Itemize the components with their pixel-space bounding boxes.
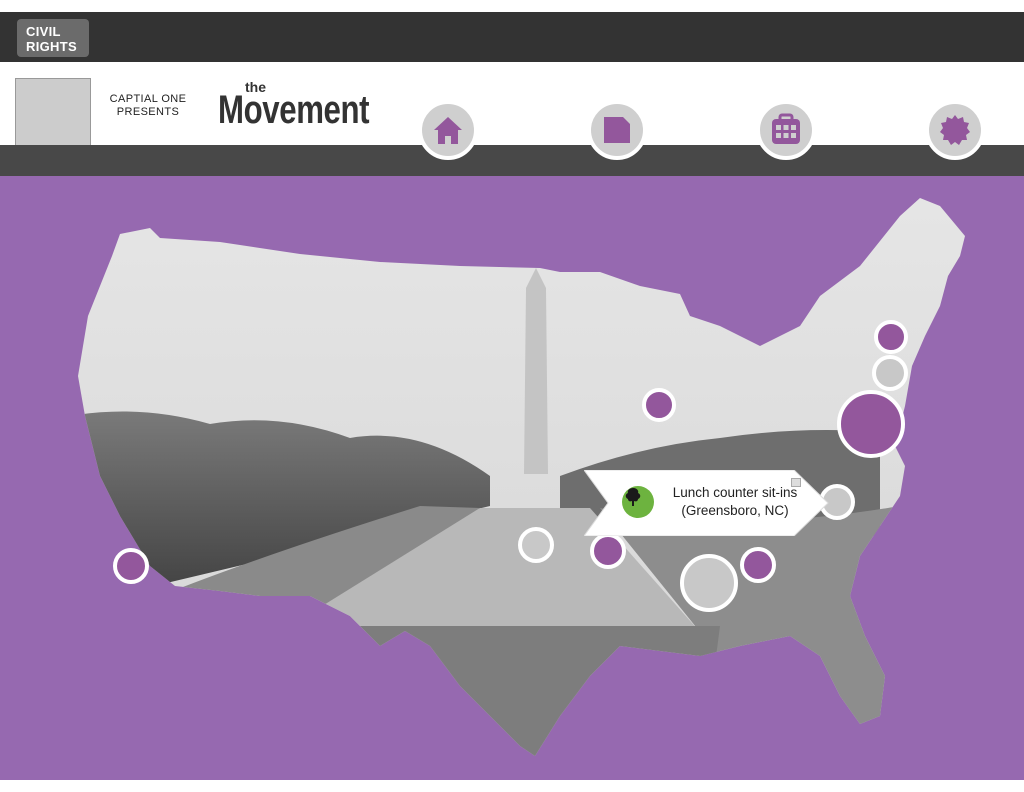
calendar-icon <box>772 113 800 144</box>
event-marker[interactable] <box>874 320 908 354</box>
event-marker[interactable] <box>113 548 149 584</box>
top-bar <box>0 12 1024 62</box>
notes-button[interactable] <box>587 100 647 160</box>
tooltip-line-1: Lunch counter sit-ins <box>672 485 798 500</box>
civil-rights-tab[interactable]: CIVIL RIGHTS <box>17 19 89 57</box>
event-tooltip[interactable]: Lunch counter sit-ins (Greensboro, NC) <box>584 470 829 536</box>
event-marker[interactable] <box>837 390 905 458</box>
event-marker[interactable] <box>872 355 908 391</box>
us-map-image <box>78 198 965 756</box>
calendar-button[interactable] <box>756 100 816 160</box>
brand-title: Movement <box>218 88 370 132</box>
presents-text: CAPTIAL ONE PRESENTS <box>109 93 187 118</box>
event-marker[interactable] <box>518 527 554 563</box>
map-area: Lunch counter sit-ins (Greensboro, NC) <box>0 176 1024 780</box>
event-marker[interactable] <box>642 388 676 422</box>
sponsor-logo-placeholder <box>15 78 91 154</box>
event-marker[interactable] <box>590 533 626 569</box>
folded-square-icon <box>604 117 630 143</box>
nav-strip <box>0 145 1024 176</box>
badge-button[interactable] <box>925 100 985 160</box>
event-marker[interactable] <box>680 554 738 612</box>
event-marker[interactable] <box>740 547 776 583</box>
tree-icon <box>622 486 654 518</box>
badge-icon <box>940 115 970 145</box>
home-button[interactable] <box>418 100 478 160</box>
tooltip-text: Lunch counter sit-ins (Greensboro, NC) <box>660 484 810 520</box>
home-icon <box>434 117 462 144</box>
tooltip-line-2: (Greensboro, NC) <box>681 503 789 518</box>
